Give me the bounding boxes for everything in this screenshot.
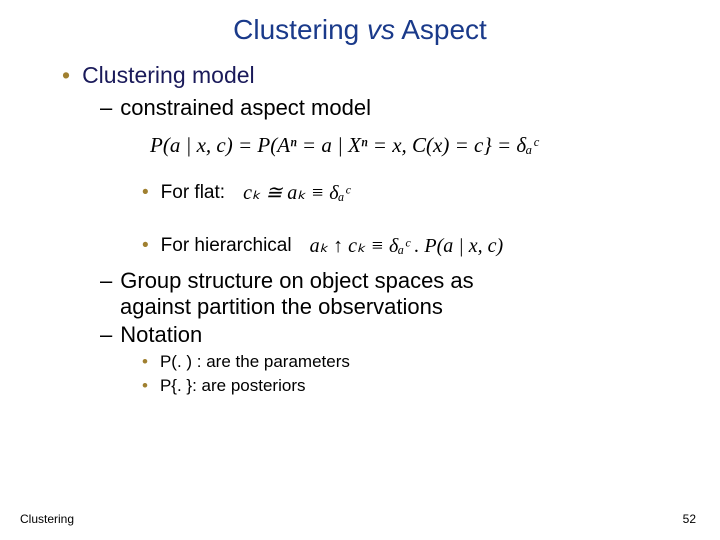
group-line2-italic: observations: [318, 294, 443, 319]
slide-number: 52: [683, 512, 696, 526]
bullet-clustering-model: • Clustering model: [0, 62, 720, 89]
bullet-icon: •: [62, 62, 70, 89]
subbullet-group-structure: – Group structure on object spaces as: [0, 268, 720, 294]
formula-hierarchical: aₖ ↑ cₖ ≡ δₐᶜ . P(a | x, c): [310, 233, 504, 258]
footer-left: Clustering: [20, 512, 74, 526]
dash-icon: –: [100, 268, 112, 294]
subbullet-constrained: – constrained aspect model: [0, 95, 720, 121]
bullet-icon: •: [142, 376, 148, 396]
bullet-icon: •: [142, 182, 149, 204]
group-line2-pre: against partition the: [120, 294, 318, 319]
subbullet-text: constrained aspect model: [120, 95, 371, 121]
subsub-label: For hierarchical: [161, 235, 292, 257]
dash-icon: –: [100, 322, 112, 348]
notation-params-text: P(. ) : are the parameters: [160, 352, 350, 372]
notation-text: Notation: [120, 322, 202, 348]
formula-flat: cₖ ≅ aₖ ≡ δₐᶜ: [243, 180, 350, 205]
notation-posteriors: • P{. }: are posteriors: [0, 376, 720, 396]
notation-posteriors-text: P{. }: are posteriors: [160, 376, 306, 396]
group-line1: Group structure on object spaces as: [120, 268, 473, 294]
bullet-icon: •: [142, 352, 148, 372]
formula-main: P(a | x, c) = P(Aⁿ = a | Xⁿ = x, C(x) = …: [0, 133, 720, 158]
bullet-icon: •: [142, 235, 149, 257]
subbullet-group-cont: against partition the observations: [0, 294, 720, 320]
bullet-text: Clustering model: [82, 62, 255, 89]
formula-main-text: P(a | x, c) = P(Aⁿ = a | Xⁿ = x, C(x) = …: [150, 133, 538, 157]
subsub-label: For flat:: [161, 182, 225, 204]
title-part1: Clustering: [233, 14, 367, 45]
subbullet-notation: – Notation: [0, 322, 720, 348]
title-italic: vs: [367, 14, 395, 45]
slide-title: Clustering vs Aspect: [0, 0, 720, 56]
title-part2: Aspect: [395, 14, 487, 45]
dash-icon: –: [100, 95, 112, 121]
subsub-hierarchical: • For hierarchical aₖ ↑ cₖ ≡ δₐᶜ . P(a |…: [0, 233, 720, 258]
notation-params: • P(. ) : are the parameters: [0, 352, 720, 372]
subsub-flat: • For flat: cₖ ≅ aₖ ≡ δₐᶜ: [0, 180, 720, 205]
